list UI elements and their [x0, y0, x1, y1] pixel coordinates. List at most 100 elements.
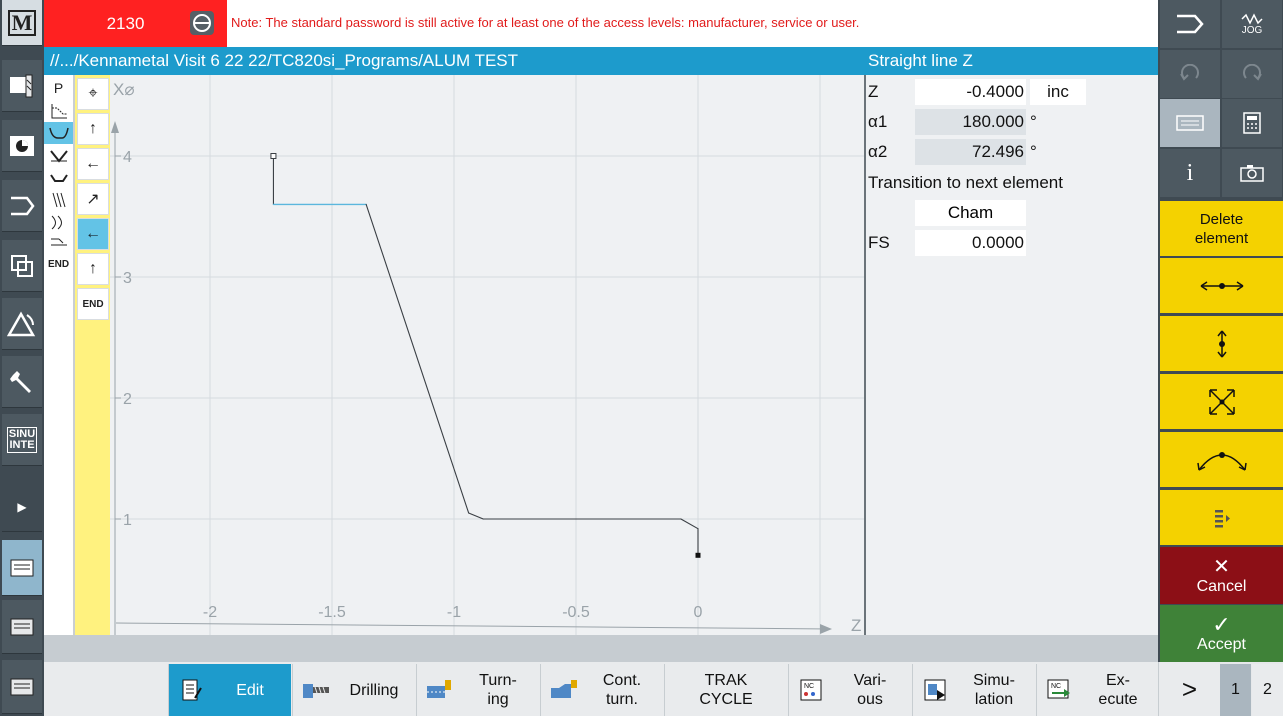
simulation-icon — [919, 676, 953, 704]
keyboard-button[interactable] — [1160, 99, 1220, 147]
residual-item[interactable] — [44, 233, 73, 255]
jog-label: JOG — [1241, 24, 1263, 36]
softkey-execute[interactable]: NC Ex- ecute — [1036, 664, 1159, 716]
window-list-icon — [10, 678, 34, 695]
undo-icon — [1180, 64, 1199, 81]
jog-button[interactable]: JOG — [1222, 0, 1282, 48]
program-path: //.../Kennametal Visit 6 22 22/TC820si_P… — [44, 47, 864, 75]
softkey-simulation[interactable]: Simu- lation — [912, 664, 1035, 716]
screenshot-button[interactable] — [1222, 149, 1282, 197]
contour-chain-item[interactable]: ↗ — [77, 183, 109, 215]
softkey-various[interactable]: NC Vari- ous — [788, 664, 911, 716]
z-input[interactable]: -0.4000 — [915, 79, 1026, 105]
relief-cut-item[interactable] — [44, 145, 73, 167]
diagnostics-button[interactable] — [2, 240, 42, 292]
program-icon — [10, 135, 34, 156]
softkey-drilling[interactable]: Drilling — [292, 664, 415, 716]
transition-select[interactable]: Cham — [915, 200, 1026, 226]
machine-icon: M — [7, 9, 37, 36]
contour-chain-item[interactable]: END — [77, 288, 109, 320]
groove-icon — [49, 174, 68, 182]
arc-icon — [1196, 451, 1247, 471]
z-unit-toggle[interactable]: inc — [1030, 79, 1086, 105]
alpha1-value: 180.000 — [915, 109, 1026, 135]
page-2-button[interactable]: 2 — [1252, 664, 1283, 716]
redo-button[interactable] — [1222, 50, 1282, 98]
machine-area-button[interactable]: M — [2, 0, 42, 46]
contour-chain-item[interactable]: ↑ — [77, 253, 109, 285]
end-label: END — [82, 298, 104, 310]
arrow-up-icon: ↑ — [89, 120, 97, 137]
stock-item[interactable] — [44, 100, 73, 122]
x-tick-label: -2 — [203, 604, 217, 621]
vertical-arrows-icon — [1216, 330, 1227, 357]
chevron-right-icon: ▶ — [17, 499, 27, 514]
alarm-number-text: 2130 — [106, 13, 145, 33]
sinumerik-integrate-button[interactable]: SINU INTE — [2, 414, 42, 466]
more-fields-button[interactable] — [1160, 490, 1283, 545]
end-item[interactable]: END — [44, 253, 73, 275]
undo-button[interactable] — [1160, 50, 1220, 98]
window-list-icon — [10, 559, 34, 576]
tangent-button[interactable] — [1160, 258, 1283, 313]
window-view-button-selected[interactable] — [2, 540, 42, 596]
finishing-item[interactable] — [44, 211, 73, 233]
groove-item[interactable] — [44, 167, 73, 189]
contour-item-selected[interactable] — [44, 122, 73, 144]
z-axis-line — [115, 622, 831, 630]
info-button[interactable]: i — [1160, 149, 1220, 197]
checkmark-icon: ✓ — [1212, 611, 1231, 637]
x-tick-label: 0 — [694, 604, 703, 621]
horizontal-softkey-bar: Edit Drilling Turn- ing Cont. turn. TRAK CYC… — [44, 662, 1158, 716]
cancel-button[interactable]: ✕ Cancel — [1160, 547, 1283, 604]
sinumerik-integrate-icon: SINU INTE — [6, 426, 38, 453]
window-list-icon — [10, 618, 34, 635]
softkey-label: Turn- ing — [479, 672, 517, 708]
jog-wave-icon — [1241, 12, 1263, 25]
parameter-area-button[interactable] — [2, 60, 42, 112]
accept-button[interactable]: ✓ Accept — [1160, 605, 1283, 662]
softkey-label: Vari- ous — [853, 672, 887, 708]
softkey-trakcycle[interactable]: TRAK CYCLE — [664, 664, 787, 716]
contour-chain-item[interactable]: ← — [77, 218, 109, 250]
softkey-turning[interactable]: Turn- ing — [416, 664, 539, 716]
program-area-button[interactable] — [2, 120, 42, 172]
calculator-icon — [1243, 112, 1261, 134]
z-label: Z — [868, 82, 879, 101]
y-tick-label: 4 — [123, 149, 132, 166]
alpha2-value: 72.496 — [915, 139, 1026, 165]
wrench-icon — [10, 370, 31, 393]
y-tick-label: 1 — [123, 512, 132, 529]
alarm-cancel-icon[interactable] — [190, 11, 214, 35]
alarm-area-button[interactable] — [2, 298, 42, 350]
program-header-item[interactable]: P — [44, 77, 73, 99]
menu-forward-button[interactable]: > — [1158, 662, 1220, 716]
tool-table-icon — [10, 74, 33, 97]
residual-icon — [50, 238, 67, 246]
softkey-contturn[interactable]: Cont. turn. — [540, 664, 663, 716]
softkey-edit[interactable]: Edit — [168, 664, 291, 716]
contour-chain-item[interactable]: ⌖ — [77, 78, 109, 110]
calculator-button[interactable] — [1222, 99, 1282, 147]
program-manager-button[interactable] — [2, 180, 42, 232]
setup-area-button[interactable] — [2, 356, 42, 408]
contour-plot: -2 -1.5 -1 -0.5 0 4 3 2 1 Z X⌀ — [110, 75, 864, 635]
vertical-shift-button[interactable] — [1160, 316, 1283, 371]
expand-menu-button[interactable]: ▶ — [2, 482, 42, 532]
alarm-line: 2130 Note: The standard password is stil… — [44, 0, 1158, 47]
fs-input[interactable]: 0.0000 — [915, 230, 1026, 256]
window-view-button-3[interactable] — [2, 660, 42, 714]
thread-item[interactable] — [44, 189, 73, 211]
arc-button[interactable] — [1160, 432, 1283, 487]
contour-chain-item[interactable]: ← — [77, 148, 109, 180]
x-tick-label: -1 — [447, 604, 461, 621]
execute-icon: NC — [1043, 676, 1077, 704]
softkey-label: Simu- lation — [973, 672, 1015, 708]
contour-chain-item[interactable]: ↑ — [77, 113, 109, 145]
page-1-button[interactable]: 1 — [1220, 664, 1251, 716]
softkey-label: Cont. turn. — [602, 672, 642, 708]
delete-element-button[interactable]: Delete element — [1160, 201, 1283, 256]
all-parameters-button[interactable] — [1160, 374, 1283, 429]
program-manager-shortcut[interactable] — [1160, 0, 1220, 48]
window-view-button-2[interactable] — [2, 600, 42, 654]
